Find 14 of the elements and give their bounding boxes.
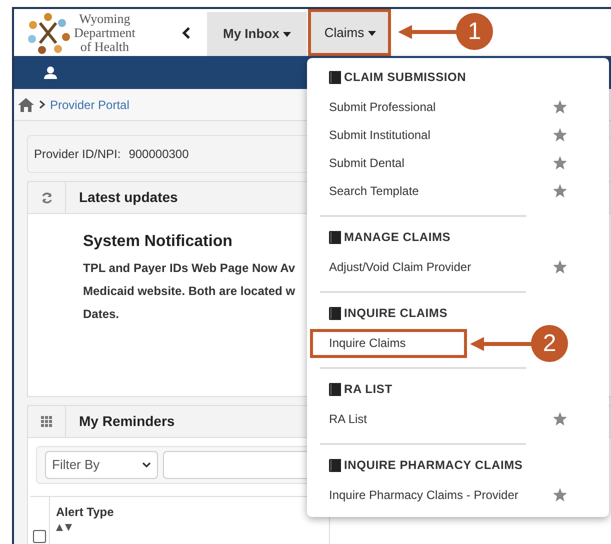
section-heading: CLAIM SUBMISSION — [344, 69, 466, 86]
notification-text: TPL and Payer IDs Web Page Now Av Medicaid website. Both are located w Dates. — [83, 260, 296, 323]
logo-text: Wyoming — [79, 12, 130, 26]
section-heading: RA LIST — [344, 381, 392, 398]
logo-text: of Health — [80, 40, 130, 54]
provider-value: 900000300 — [128, 146, 189, 163]
logo-text: Department — [74, 26, 136, 40]
section-heading: INQUIRE PHARMACY CLAIMS — [344, 457, 523, 474]
panel-title: My Reminders — [78, 412, 175, 431]
provider-label: Provider ID/NPI: — [34, 146, 121, 163]
section-heading: INQUIRE CLAIMS — [344, 305, 448, 322]
panel-title: Latest updates — [78, 188, 178, 207]
section-heading: MANAGE CLAIMS — [344, 229, 451, 246]
notification-heading: System Notification — [83, 232, 232, 252]
